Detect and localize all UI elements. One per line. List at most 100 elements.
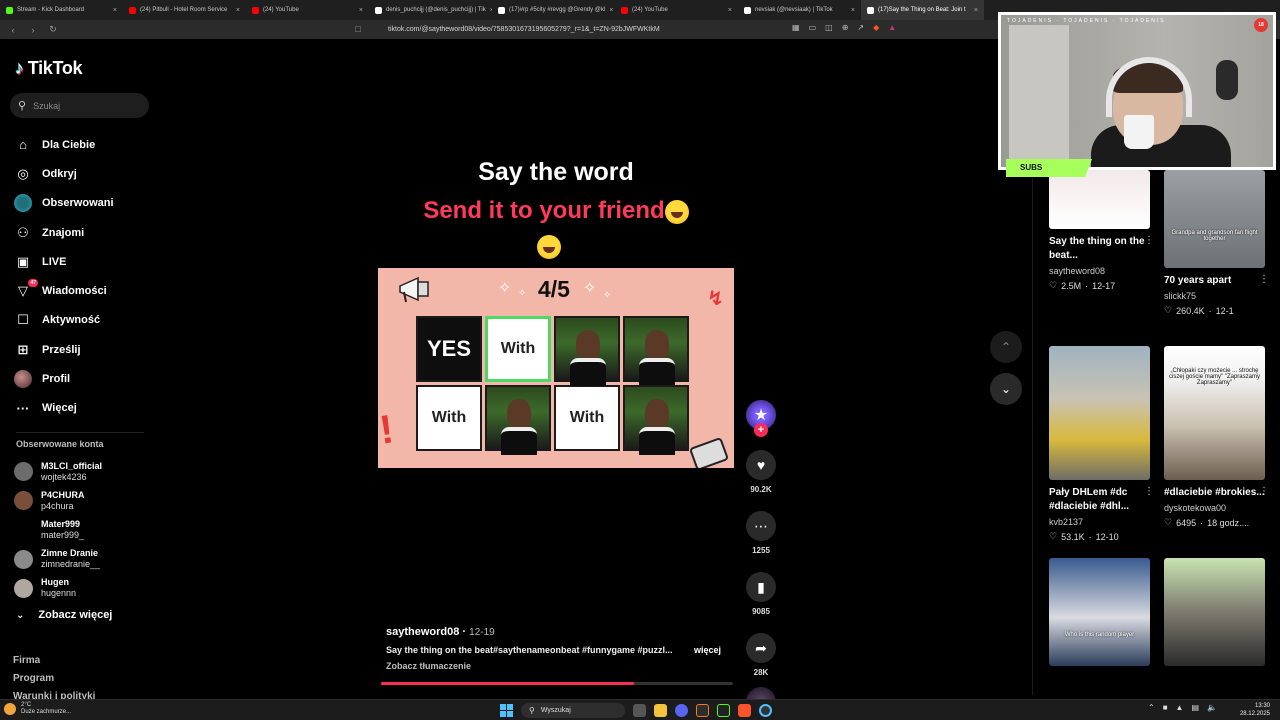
recommended-thumbnail[interactable]	[1049, 346, 1150, 480]
task-view-icon[interactable]	[633, 704, 646, 717]
description-more-link[interactable]: więcej	[694, 645, 721, 655]
followed-account[interactable]: Zimne Dranie zimnedranie__	[14, 545, 102, 574]
footer-link[interactable]: Firma	[13, 652, 95, 670]
recommended-card[interactable]	[1164, 558, 1265, 666]
followed-account[interactable]: Mater999 mater999_	[14, 515, 102, 544]
chevron-up-icon[interactable]: ⌃	[1148, 703, 1155, 712]
browser-tab[interactable]: nevsiak (@nevsiaak) | TikTok ×	[738, 0, 861, 20]
follow-plus-icon[interactable]: +	[754, 423, 768, 437]
tab-close-icon[interactable]: ×	[236, 7, 240, 14]
recommended-card[interactable]: Pały DHLem #dc #dlaciebie #dhl... ⋮ kvb213…	[1049, 346, 1154, 542]
translate-icon[interactable]: ◫	[825, 23, 833, 32]
share-icon[interactable]: ↗	[857, 23, 864, 32]
previous-video-button[interactable]: ⌃	[990, 331, 1022, 363]
sidebar-item-odkryj[interactable]: ◎ Odkryj	[14, 159, 114, 188]
recommended-thumbnail[interactable]: „Chłopaki czy możecie ... strochę ciszej…	[1164, 346, 1265, 480]
tab-close-icon[interactable]: ×	[359, 7, 363, 14]
weather-icon	[4, 703, 16, 715]
tab-close-icon[interactable]: ×	[728, 7, 732, 14]
recommended-card[interactable]: „Chłopaki czy możecie ... strochę ciszej…	[1164, 346, 1269, 528]
recommended-thumbnail[interactable]: Grandpa and grandson fan flight together	[1164, 170, 1265, 268]
extension-icon[interactable]: ▦	[792, 23, 800, 32]
zoom-icon[interactable]: ⊕	[842, 23, 849, 32]
sidebar-item-aktywność[interactable]: ☐ Aktywność	[14, 306, 114, 335]
recommended-thumbnail[interactable]	[1049, 170, 1150, 229]
more-options-icon[interactable]: ⋮	[1259, 274, 1269, 285]
video-author[interactable]: saytheword08 · 12-19	[386, 626, 495, 638]
taskbar-search[interactable]: ⚲ Wyszukaj	[521, 703, 625, 718]
tab-close-icon[interactable]: ×	[851, 7, 855, 14]
terminal-icon[interactable]	[717, 704, 730, 717]
browser-tab[interactable]: (24) Pitbull - Hotel Room Service ×	[123, 0, 246, 20]
sidebar-item-dla-ciebie[interactable]: ⌂ Dla Ciebie	[14, 130, 114, 159]
cast-icon[interactable]: ▭	[809, 23, 817, 32]
video-progress-bar[interactable]	[381, 682, 733, 685]
forward-icon[interactable]: ›	[28, 25, 38, 35]
chrome-icon[interactable]	[759, 704, 772, 717]
sidebar-item-znajomi[interactable]: ⚇ Znajomi	[14, 218, 114, 247]
video-player[interactable]: Say the word Send it to your friend ✧ ✧ …	[378, 40, 738, 690]
network-icon[interactable]: ▤	[1191, 703, 1199, 712]
sidebar-item-wiadomości[interactable]: ▽ 47 Wiadomości	[14, 276, 114, 305]
sidebar-item-profil[interactable]: Profil	[14, 364, 114, 393]
followed-account[interactable]: P4CHURA p4chura	[14, 486, 102, 515]
browser-tab[interactable]: (24) YouTube ×	[246, 0, 369, 20]
more-options-icon[interactable]: ⋮	[1259, 486, 1269, 497]
browser-tab[interactable]: (17)#rp #5city #revgg @Grendy @kl ×	[492, 0, 615, 20]
sidebar-item-live[interactable]: ▣ LIVE	[14, 247, 114, 276]
rewards-icon[interactable]: ▲	[888, 23, 896, 32]
heart-icon[interactable]: ♥	[746, 450, 776, 480]
see-translation-link[interactable]: Zobacz tłumaczenie	[386, 661, 471, 671]
browser-tab[interactable]: (17)Say the Thing on Beat: Join t ×	[861, 0, 984, 20]
back-icon[interactable]: ‹	[8, 25, 18, 35]
view-count: 2.5M	[1061, 280, 1082, 291]
volume-icon[interactable]: 🔈	[1207, 703, 1217, 712]
like-action[interactable]: ♥ 90.2K	[745, 450, 777, 494]
browser-tab[interactable]: (24) YouTube ×	[615, 0, 738, 20]
brave-shield-icon[interactable]: ◆	[873, 23, 879, 32]
tab-close-icon[interactable]: ×	[113, 7, 117, 14]
followed-account[interactable]: M3LCI_official wojtek4236	[14, 457, 102, 486]
recommended-thumbnail[interactable]	[1164, 558, 1265, 666]
comment-icon[interactable]: ⋯	[746, 511, 776, 541]
file-explorer-icon[interactable]	[654, 704, 667, 717]
app-icon[interactable]	[696, 704, 709, 717]
save-action[interactable]: ▮ 9085	[745, 572, 777, 616]
windows-start-icon[interactable]	[500, 704, 513, 717]
tab-close-icon[interactable]: ×	[974, 7, 978, 14]
comment-action[interactable]: ⋯ 1255	[745, 511, 777, 555]
browser-tab[interactable]: Stream - Kick Dashboard ×	[0, 0, 123, 20]
brave-icon[interactable]	[738, 704, 751, 717]
sidebar-item-obserwowani[interactable]: Obserwowani	[14, 189, 114, 218]
recommended-thumbnail[interactable]: Who is this random player	[1049, 558, 1150, 666]
footer-link[interactable]: Program	[13, 670, 95, 688]
sidebar-item-prześlij[interactable]: ⊞ Prześlij	[14, 335, 114, 364]
more-options-icon[interactable]: ⋮	[1144, 486, 1154, 497]
tab-close-icon[interactable]: ×	[609, 7, 613, 14]
reload-icon[interactable]: ↻	[48, 24, 58, 35]
discord-icon[interactable]	[675, 704, 688, 717]
creator-avatar[interactable]: ★ +	[746, 400, 776, 437]
weather-widget[interactable]: 2°C Duże zachmurze...	[4, 702, 71, 716]
bookmark-icon[interactable]: □	[353, 24, 363, 34]
share-action[interactable]: ➦ 28K	[745, 633, 777, 677]
account-handle: wojtek4236	[41, 471, 87, 482]
clock[interactable]: 13:30 28.12.2025	[1240, 702, 1270, 718]
tiktok-note-icon: ♪	[15, 58, 24, 78]
share-arrow-icon[interactable]: ➦	[746, 633, 776, 663]
tray-app-icon[interactable]: ■	[1163, 703, 1168, 712]
browser-tab[interactable]: denis_puchcijj (@denis_puchcijj) | Tik ×	[369, 0, 492, 20]
bookmark-icon[interactable]: ▮	[746, 572, 776, 602]
sidebar-item-label: Profil	[42, 373, 71, 386]
tray-app-icon[interactable]: ▲	[1176, 703, 1184, 712]
recommended-card[interactable]: Who is this random player	[1049, 558, 1150, 666]
followed-account[interactable]: Hugen hugennn	[14, 574, 102, 603]
see-more-button[interactable]: ⌄ Zobacz więcej	[16, 609, 112, 621]
recommended-card[interactable]: Say the thing on the beat... ⋮ saytheword0…	[1049, 170, 1154, 291]
recommended-card[interactable]: Grandpa and grandson fan flight together…	[1164, 170, 1269, 316]
more-options-icon[interactable]: ⋮	[1144, 235, 1154, 246]
search-input[interactable]: ⚲ Szukaj	[10, 93, 149, 118]
sidebar-item-więcej[interactable]: ··· Więcej	[14, 394, 114, 423]
tiktok-logo[interactable]: ♪ TikTok	[15, 58, 83, 79]
next-video-button[interactable]: ⌄	[990, 373, 1022, 405]
